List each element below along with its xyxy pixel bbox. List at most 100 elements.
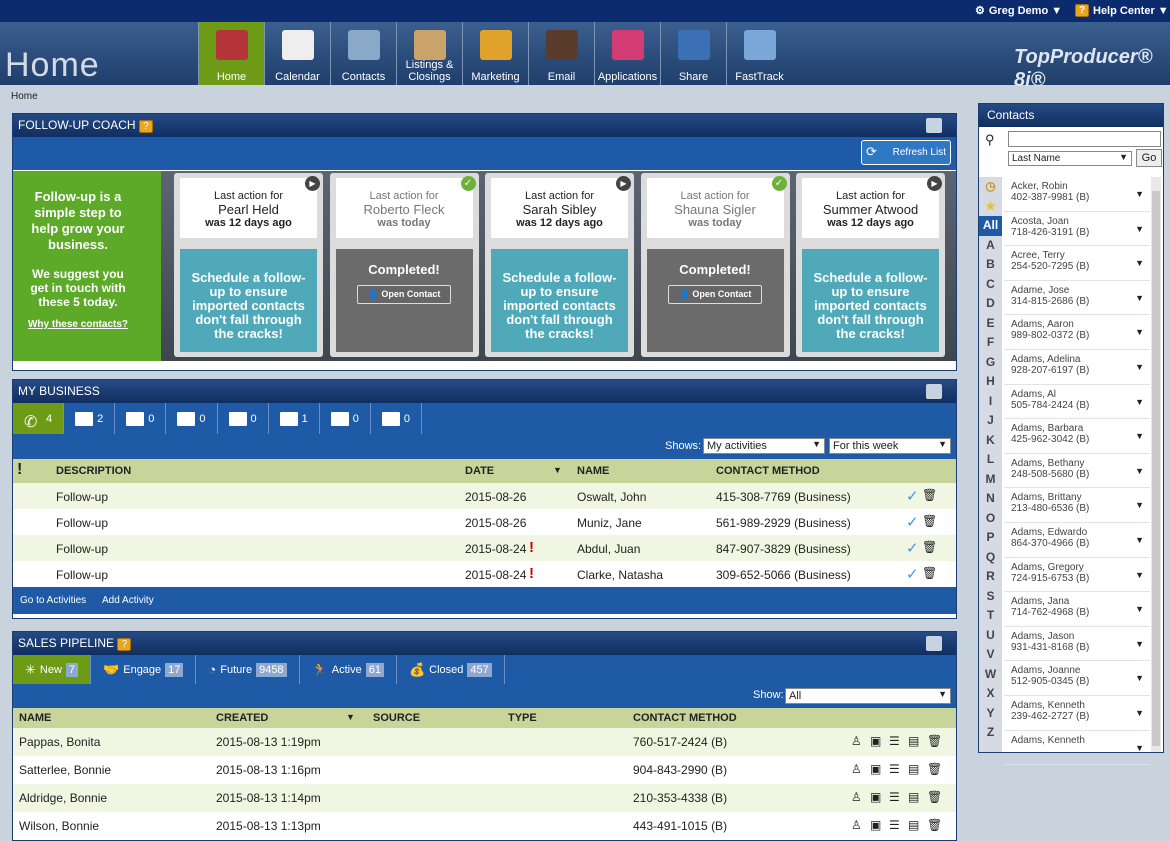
person-icon[interactable]: ♙ (851, 762, 862, 776)
open-contact-button[interactable]: 👤 Open Contact (667, 285, 763, 304)
chevron-down-icon[interactable]: ▼ (1135, 224, 1144, 234)
alpha-letter-o[interactable]: O (979, 509, 1002, 529)
chevron-down-icon[interactable]: ▼ (1135, 500, 1144, 510)
list-icon[interactable]: ☰ (889, 762, 900, 776)
nav-marketing[interactable]: Marketing (462, 22, 528, 85)
refresh-list-button[interactable]: ⟳ Refresh List (861, 140, 951, 165)
alpha-letter-v[interactable]: V (979, 645, 1002, 665)
contact-list-item[interactable]: Adams, Jason 931-431-8168 (B) ▼ (1004, 627, 1150, 662)
alpha-letter-z[interactable]: Z (979, 723, 1002, 743)
play-icon[interactable]: ▶ (616, 176, 631, 191)
nav-contacts[interactable]: Contacts (330, 22, 396, 85)
alpha-letter-l[interactable]: L (979, 450, 1002, 470)
contact-method-column-header[interactable]: CONTACT METHOD (633, 712, 737, 724)
alpha-letter-p[interactable]: P (979, 528, 1002, 548)
chevron-down-icon[interactable]: ▼ (1135, 708, 1144, 718)
why-these-contacts-link[interactable]: Why these contacts? (13, 319, 143, 330)
chevron-down-icon[interactable]: ▼ (1135, 604, 1144, 614)
table-row[interactable]: Follow-up 2015-08-26 Oswalt, John 415-308-7… (13, 483, 956, 509)
contact-list-item[interactable]: Adams, Aaron 989-802-0372 (B) ▼ (1004, 315, 1150, 350)
activity-tab-email[interactable]: 1 (269, 403, 320, 434)
nav-email[interactable]: Email (528, 22, 594, 85)
type-column-header[interactable]: TYPE (508, 712, 537, 724)
nav-calendar[interactable]: Calendar (264, 22, 330, 85)
contact-list-item[interactable]: Adams, Jana 714-762-4968 (B) ▼ (1004, 592, 1150, 627)
chevron-down-icon[interactable]: ▼ (1135, 397, 1144, 407)
description-column-header[interactable]: DESCRIPTION (56, 465, 131, 477)
list-icon[interactable]: ☰ (889, 818, 900, 832)
followup-contact-name[interactable]: Shauna Sigler (647, 202, 784, 217)
source-column-header[interactable]: SOURCE (373, 712, 420, 724)
nav-share[interactable]: Share (660, 22, 726, 85)
list-icon[interactable]: ☰ (889, 734, 900, 748)
pipeline-tab-engage[interactable]: 🤝 Engage 17 (91, 655, 197, 684)
chevron-down-icon[interactable]: ▼ (1135, 673, 1144, 683)
note-icon[interactable]: ▤ (908, 790, 919, 804)
alpha-letter-a[interactable]: A (979, 236, 1002, 256)
chevron-down-icon[interactable]: ▼ (1135, 535, 1144, 545)
chevron-down-icon[interactable]: ▼ (1135, 431, 1144, 441)
chevron-down-icon[interactable]: ▼ (1135, 466, 1144, 476)
followup-contact-name[interactable]: Pearl Held (180, 202, 317, 217)
chevron-down-icon[interactable]: ▼ (1135, 570, 1144, 580)
favorites-icon[interactable]: ★ (979, 197, 1002, 217)
collapse-panel-button[interactable] (926, 118, 942, 133)
pipeline-tab-new[interactable]: ✳ New 7 (13, 655, 92, 684)
trash-icon[interactable]: 🗑 (922, 540, 937, 554)
table-row[interactable]: Pappas, Bonita 2015-08-13 1:19pm 760-517-2… (13, 728, 956, 756)
activity-period-select[interactable]: For this week ▼ (829, 438, 951, 454)
chevron-down-icon[interactable]: ▼ (1135, 258, 1144, 268)
alpha-letter-k[interactable]: K (979, 431, 1002, 451)
alpha-letter-b[interactable]: B (979, 255, 1002, 275)
contacts-go-button[interactable]: Go (1136, 149, 1162, 167)
alpha-letter-g[interactable]: G (979, 353, 1002, 373)
trash-icon[interactable]: 🗑 (927, 790, 942, 804)
alpha-letter-i[interactable]: I (979, 392, 1002, 412)
contacts-scrollbar[interactable] (1151, 177, 1161, 752)
contacts-search-input[interactable] (1008, 131, 1161, 147)
complete-check-icon[interactable]: ✓ (906, 513, 919, 531)
person-icon[interactable]: ♙ (851, 818, 862, 832)
list-icon[interactable]: ☰ (889, 790, 900, 804)
followup-contact-name[interactable]: Summer Atwood (802, 202, 939, 217)
chevron-down-icon[interactable]: ▼ (1135, 362, 1144, 372)
name-column-header[interactable]: NAME (577, 465, 609, 477)
complete-check-icon[interactable]: ✓ (906, 487, 919, 505)
alpha-letter-t[interactable]: T (979, 606, 1002, 626)
contact-list-item[interactable]: Adams, Al 505-784-2424 (B) ▼ (1004, 385, 1150, 420)
trash-icon[interactable]: 🗑 (927, 762, 942, 776)
contact-list-item[interactable]: Adams, Adelina 928-207-6197 (B) ▼ (1004, 350, 1150, 385)
pipeline-tab-active[interactable]: 🏃 Active 61 (300, 655, 397, 684)
pipeline-tab-future[interactable]: ◔ Future 9458 (196, 655, 300, 684)
activity-tab-phone[interactable]: ✆ 4 (13, 403, 65, 434)
alpha-letter-n[interactable]: N (979, 489, 1002, 509)
note-icon[interactable]: ▤ (908, 762, 919, 776)
pipeline-filter-select[interactable]: All ▼ (785, 688, 951, 704)
play-icon[interactable]: ▶ (927, 176, 942, 191)
table-row[interactable]: Follow-up 2015-08-24 Clarke, Natasha 309-65… (13, 561, 956, 587)
trash-icon[interactable]: 🗑 (922, 514, 937, 528)
alpha-letter-j[interactable]: J (979, 411, 1002, 431)
activity-tab-listing[interactable]: 0 (166, 403, 218, 434)
task-icon[interactable]: ▣ (870, 762, 881, 776)
nav-listings[interactable]: Listings & Closings (396, 22, 462, 85)
activity-tab-calendar[interactable]: 2 (64, 403, 116, 434)
activity-owner-select[interactable]: My activities ▼ (703, 438, 825, 454)
alpha-letter-f[interactable]: F (979, 333, 1002, 353)
contact-method-column-header[interactable]: CONTACT METHOD (716, 465, 820, 477)
activity-tab-event[interactable]: 0 (371, 403, 422, 434)
alpha-letter-s[interactable]: S (979, 587, 1002, 607)
schedule-followup-button[interactable]: Schedule a follow-up to ensure imported … (491, 249, 628, 352)
task-icon[interactable]: ▣ (870, 790, 881, 804)
date-column-header[interactable]: DATE (465, 465, 494, 477)
table-row[interactable]: Follow-up 2015-08-26 Muniz, Jane 561-989-29… (13, 509, 956, 535)
person-icon[interactable]: ♙ (851, 734, 862, 748)
table-row[interactable]: Aldridge, Bonnie 2015-08-13 1:14pm 210-353… (13, 784, 956, 812)
contact-list-item[interactable]: Adams, Kenneth 239-462-2727 (B) ▼ (1004, 696, 1150, 731)
task-icon[interactable]: ▣ (870, 818, 881, 832)
chevron-down-icon[interactable]: ▼ (1135, 189, 1144, 199)
trash-icon[interactable]: 🗑 (922, 566, 937, 580)
complete-check-icon[interactable]: ✓ (906, 565, 919, 583)
trash-icon[interactable]: 🗑 (927, 818, 942, 832)
alpha-letter-c[interactable]: C (979, 275, 1002, 295)
